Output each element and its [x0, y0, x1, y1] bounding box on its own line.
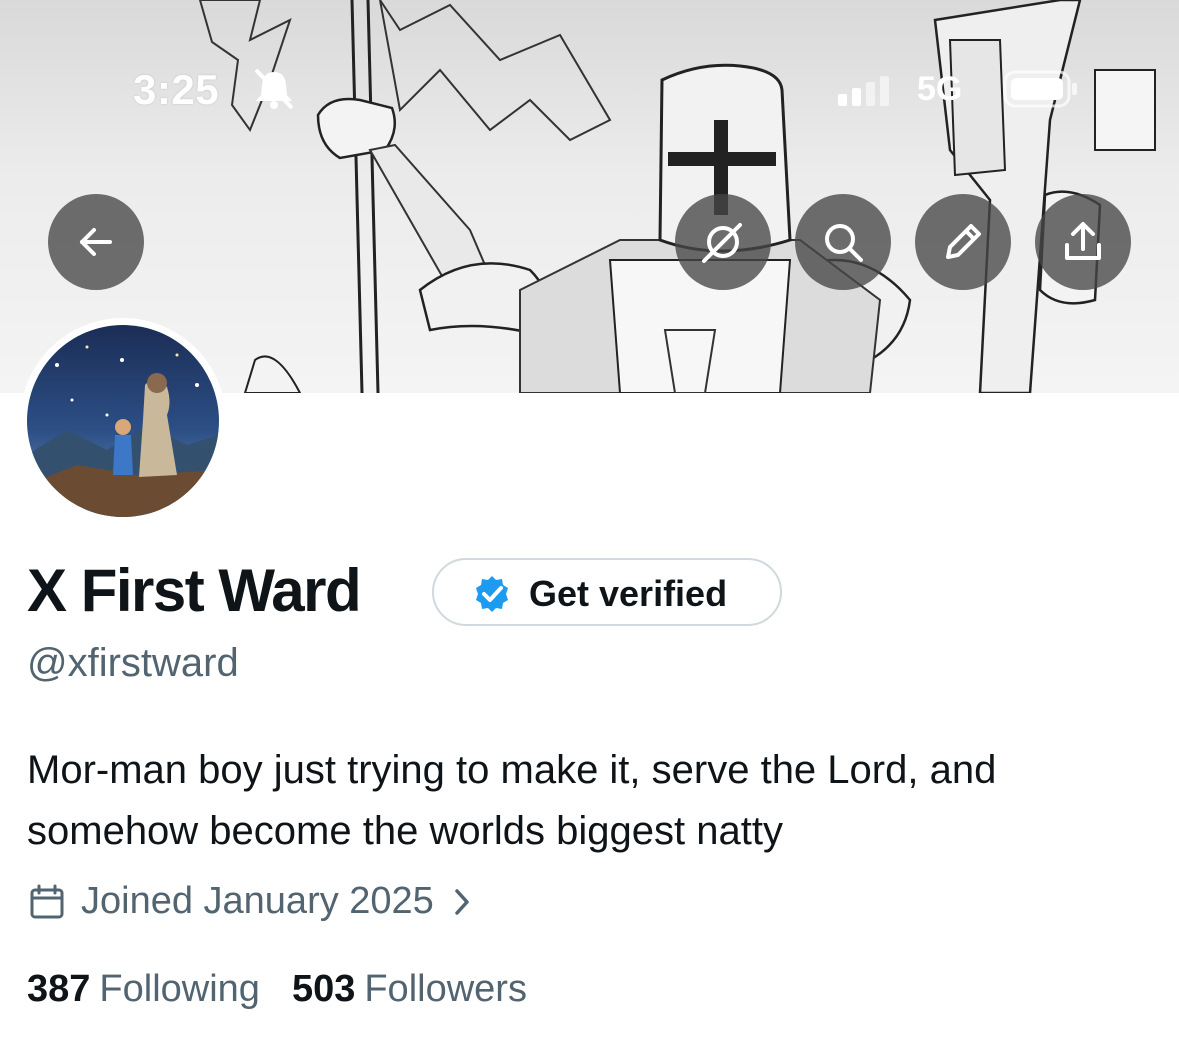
share-button[interactable]	[1035, 194, 1131, 290]
get-verified-label: Get verified	[529, 573, 728, 614]
profile-name: X First Ward	[27, 557, 362, 624]
following-count: 387	[27, 968, 91, 1010]
verified-badge-icon	[476, 576, 508, 612]
calendar-icon	[30, 884, 64, 918]
profile-handle: @xfirstward	[27, 641, 239, 685]
edit-button[interactable]	[915, 194, 1011, 290]
search-icon	[825, 224, 863, 262]
following-label: Following	[99, 968, 260, 1010]
get-verified-button[interactable]: Get verified	[432, 558, 782, 626]
chevron-right-icon	[455, 888, 469, 915]
back-arrow-icon	[80, 228, 112, 256]
following-link[interactable]: 387 Following	[27, 968, 260, 1011]
grok-button[interactable]	[675, 194, 771, 290]
pencil-icon	[946, 224, 981, 259]
grok-icon	[702, 223, 742, 263]
search-button[interactable]	[795, 194, 891, 290]
share-icon	[1065, 222, 1101, 260]
joined-date-row[interactable]: Joined January 2025	[27, 880, 472, 923]
avatar-frame[interactable]	[20, 318, 226, 524]
bell-off-icon	[254, 68, 294, 110]
signal-icon	[838, 76, 889, 106]
back-button[interactable]	[48, 194, 144, 290]
profile-bio: Mor-man boy just trying to make it, serv…	[27, 748, 997, 853]
followers-label: Followers	[364, 968, 527, 1010]
status-time: 3:25	[133, 66, 220, 113]
battery-icon	[1003, 70, 1077, 108]
avatar-image	[27, 325, 219, 517]
joined-text: Joined January 2025	[81, 880, 434, 922]
followers-link[interactable]: 503 Followers	[292, 968, 527, 1011]
avatar[interactable]	[27, 325, 219, 517]
follow-stats: 387 Following 503 Followers	[27, 968, 559, 1011]
network-label: 5G	[917, 70, 963, 108]
followers-count: 503	[291, 968, 356, 1010]
